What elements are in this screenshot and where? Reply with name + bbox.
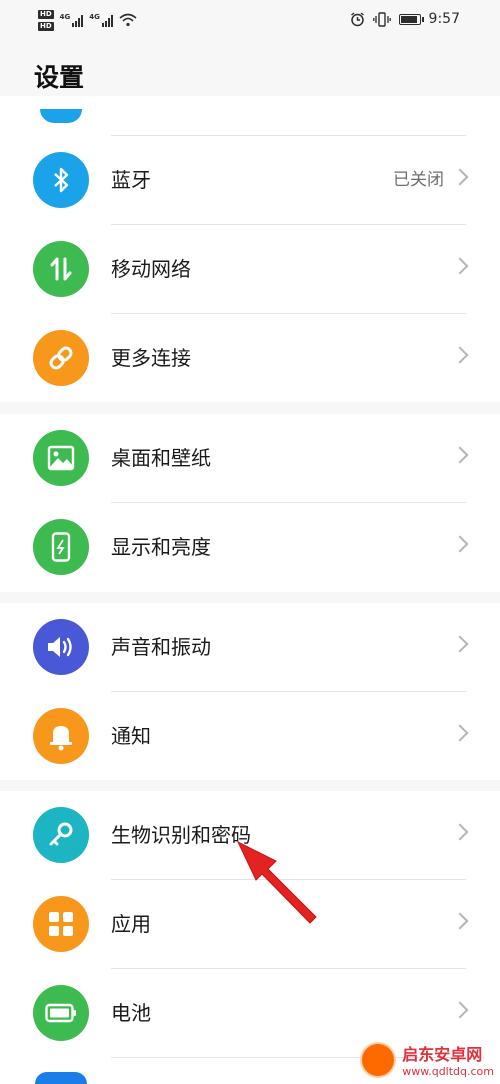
- chevron-right-icon: [451, 346, 469, 364]
- settings-item-notifications[interactable]: 通知: [0, 692, 500, 781]
- signal-icon: 4G: [60, 13, 84, 27]
- partial-icon: [40, 109, 82, 123]
- settings-item-label: 蓝牙: [111, 168, 151, 192]
- settings-item-label: 声音和振动: [111, 635, 211, 659]
- bluetooth-status: 已关闭: [393, 170, 444, 190]
- partial-next-item-icon: [35, 1072, 87, 1084]
- settings-item-home-wallpaper[interactable]: 桌面和壁纸: [0, 414, 500, 503]
- settings-item-biometrics-password[interactable]: 生物识别和密码: [0, 791, 500, 880]
- settings-item-label: 显示和亮度: [111, 535, 211, 559]
- settings-item-label: 电池: [111, 1001, 151, 1025]
- network-type-2: 4G: [89, 13, 100, 21]
- settings-item-label: 应用: [111, 912, 151, 936]
- key-icon: [33, 807, 89, 863]
- watermark: 启东安卓网 www.qdltdq.com: [360, 1041, 494, 1078]
- status-bar: HD HD 4G 4G 9:57: [0, 0, 500, 40]
- watermark-url: www.qdltdq.com: [402, 1065, 494, 1078]
- alarm-icon: [350, 11, 364, 26]
- chevron-right-icon: [451, 257, 469, 275]
- chevron-right-icon: [451, 724, 469, 742]
- chevron-right-icon: [451, 446, 469, 464]
- settings-item-sounds-vibration[interactable]: 声音和振动: [0, 603, 500, 692]
- settings-item-label: 移动网络: [111, 257, 191, 281]
- chevron-right-icon: [451, 168, 469, 186]
- chevron-right-icon: [451, 823, 469, 841]
- settings-item-display-brightness[interactable]: 显示和亮度: [0, 503, 500, 592]
- chevron-right-icon: [451, 535, 469, 553]
- settings-item-label: 生物识别和密码: [111, 823, 251, 847]
- hd-badge-2: HD: [38, 21, 54, 31]
- settings-item-label: 桌面和壁纸: [111, 446, 211, 470]
- mobile-data-icon: [33, 241, 89, 297]
- bluetooth-icon: [33, 152, 89, 208]
- watermark-logo-icon: [360, 1041, 397, 1078]
- settings-item-label: 通知: [111, 724, 151, 748]
- settings-item-bluetooth[interactable]: 蓝牙 已关闭: [0, 136, 500, 225]
- image-icon: [33, 430, 89, 486]
- hd-badge-1: HD: [38, 9, 54, 19]
- status-bar-left: HD HD 4G 4G: [38, 6, 137, 34]
- settings-item-label: 更多连接: [111, 346, 191, 370]
- settings-item-mobile-network[interactable]: 移动网络: [0, 225, 500, 314]
- wifi-icon: [119, 13, 137, 27]
- link-icon: [33, 330, 89, 386]
- vibrate-icon: [372, 11, 391, 27]
- chevron-right-icon: [451, 1001, 469, 1019]
- chevron-right-icon: [451, 635, 469, 653]
- hd-indicators: HD HD: [38, 9, 54, 31]
- settings-item-more-connections[interactable]: 更多连接: [0, 314, 500, 403]
- phone-display-icon: [33, 519, 89, 575]
- battery-icon: [398, 13, 424, 25]
- settings-item-apps[interactable]: 应用: [0, 880, 500, 969]
- page-title: 设置: [34, 63, 85, 92]
- status-time: 9:57: [428, 11, 460, 27]
- speaker-icon: [33, 619, 89, 675]
- network-type-1: 4G: [59, 13, 71, 21]
- signal-icon-2: 4G: [89, 13, 113, 27]
- status-bar-right: 9:57: [350, 8, 460, 30]
- bell-icon: [33, 708, 89, 764]
- battery-icon: [33, 985, 89, 1041]
- watermark-title: 启东安卓网: [402, 1045, 483, 1064]
- apps-grid-icon: [33, 896, 89, 952]
- chevron-right-icon: [451, 912, 469, 930]
